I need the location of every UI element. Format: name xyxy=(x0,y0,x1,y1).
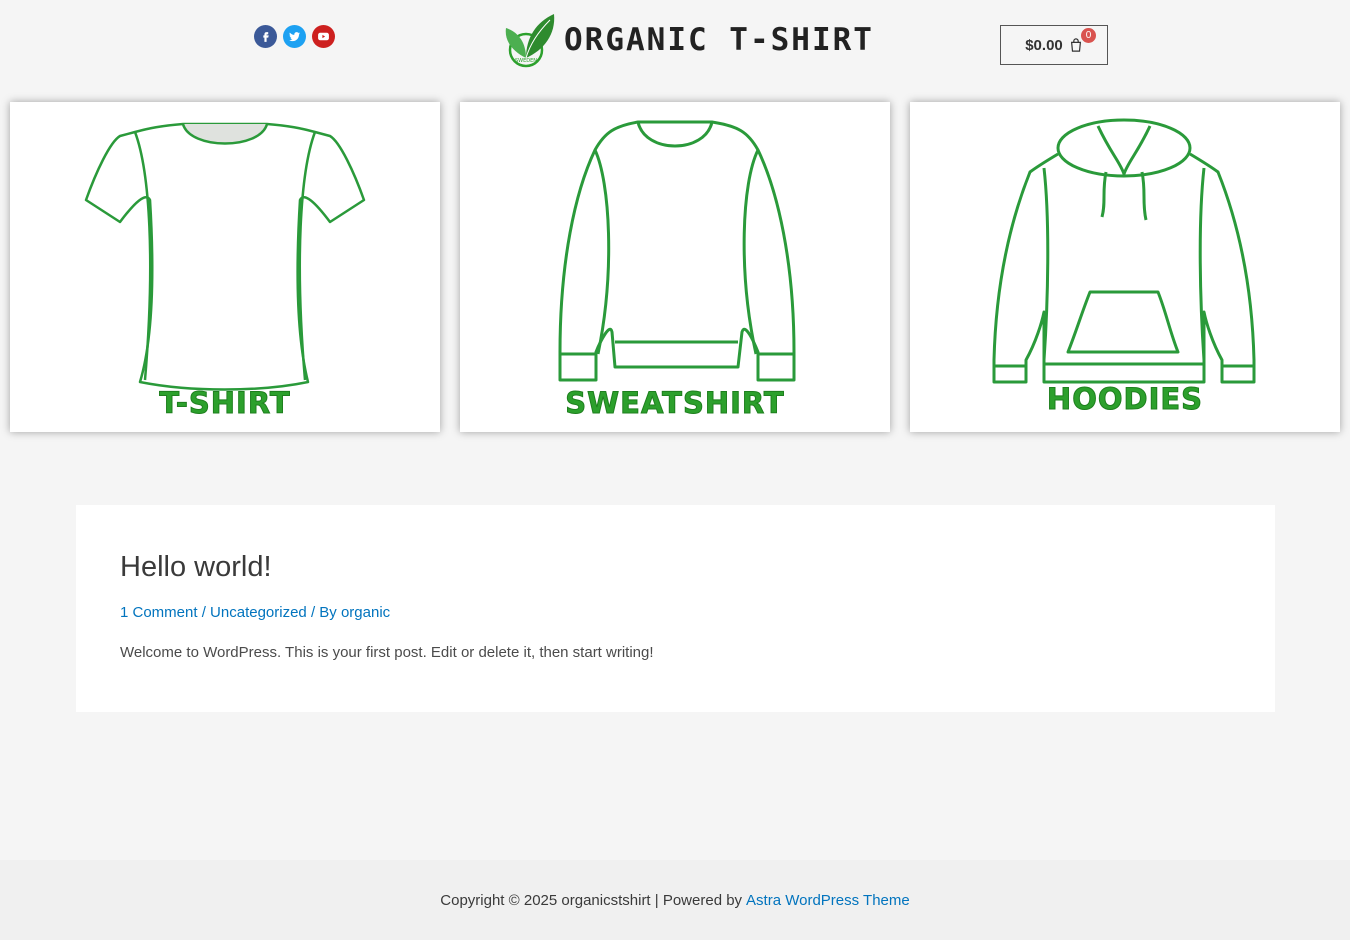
category-label: SWEATSHIRT xyxy=(565,386,785,421)
footer-theme-link[interactable]: Astra WordPress Theme xyxy=(746,892,910,909)
post-card: Hello world! 1 Comment / Uncategorized /… xyxy=(76,505,1275,712)
post-comments-link[interactable]: 1 Comment xyxy=(120,604,198,621)
footer-copyright: Copyright © 2025 organicstshirt | Powere… xyxy=(440,891,743,909)
category-cards: T-SHIRT SWEATSHIRT HOODIES xyxy=(0,92,1350,444)
category-label: HOODIES xyxy=(1046,382,1204,417)
meta-separator: / xyxy=(197,604,211,621)
meta-by: / By xyxy=(306,604,341,621)
post-author-link[interactable]: organic xyxy=(341,604,390,621)
social-links xyxy=(254,25,335,48)
shopping-bag-icon xyxy=(1069,38,1083,52)
leaf-logo-icon: SWEDEN xyxy=(505,14,555,68)
site-header: SWEDEN ORGANIC T-SHIRT $0.00 0 xyxy=(0,0,1350,92)
post-meta: 1 Comment / Uncategorized / By organic xyxy=(120,604,390,621)
youtube-icon[interactable] xyxy=(312,25,335,48)
cart-amount: $0.00 xyxy=(1025,36,1063,54)
tshirt-icon xyxy=(84,122,366,391)
logo-mark-text: SWEDEN xyxy=(515,58,537,64)
post-excerpt: Welcome to WordPress. This is your first… xyxy=(120,644,654,661)
facebook-icon[interactable] xyxy=(254,25,277,48)
post-category-link[interactable]: Uncategorized xyxy=(210,604,307,621)
cart-count-badge: 0 xyxy=(1081,28,1096,43)
site-footer: Copyright © 2025 organicstshirt | Powere… xyxy=(0,860,1350,940)
category-card-hoodies[interactable]: HOODIES xyxy=(910,102,1340,432)
category-card-sweatshirt[interactable]: SWEATSHIRT xyxy=(460,102,890,432)
category-card-tshirt[interactable]: T-SHIRT xyxy=(10,102,440,432)
cart-button[interactable]: $0.00 0 xyxy=(1000,25,1108,65)
post-title[interactable]: Hello world! xyxy=(120,551,272,584)
site-logo[interactable]: SWEDEN ORGANIC T-SHIRT xyxy=(500,12,874,68)
sweatshirt-icon xyxy=(558,120,796,382)
category-label: T-SHIRT xyxy=(159,386,291,421)
twitter-icon[interactable] xyxy=(283,25,306,48)
logo-text: ORGANIC T-SHIRT xyxy=(564,22,874,58)
